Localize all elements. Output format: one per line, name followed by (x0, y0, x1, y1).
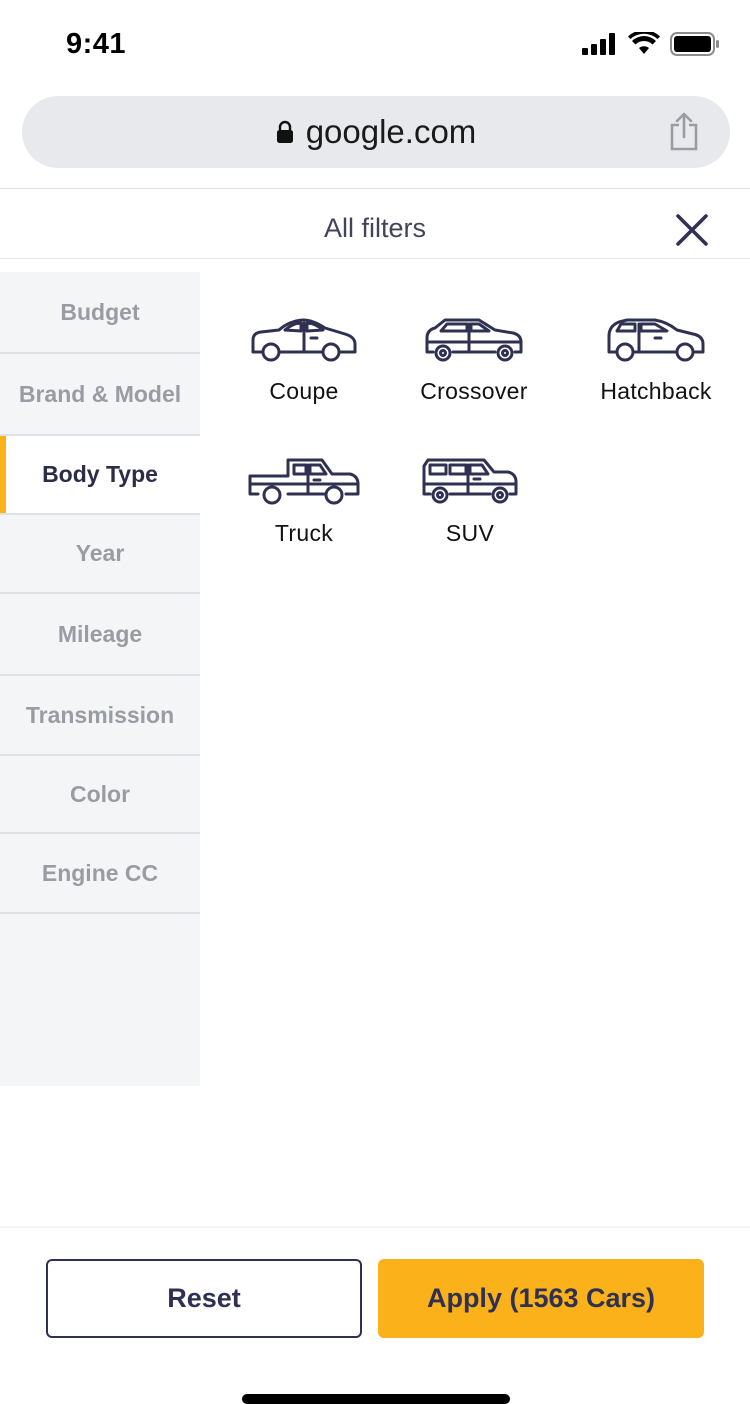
reset-button[interactable]: Reset (46, 1259, 362, 1338)
sidebar-item-body-type[interactable]: Body Type (0, 436, 200, 515)
body-type-label: SUV (445, 520, 495, 546)
status-time: 9:41 (66, 28, 127, 60)
signal-icon (582, 33, 615, 55)
url-content: google.com (22, 96, 730, 168)
page-title: All filters (323, 213, 426, 243)
sidebar-item-label: Budget (60, 298, 140, 325)
sidebar-item-color[interactable]: Color (0, 756, 200, 834)
body-type-label: Coupe (269, 378, 339, 404)
sidebar-item-engine-cc[interactable]: Engine CC (0, 834, 200, 914)
status-icons (582, 32, 720, 56)
active-indicator (0, 436, 6, 513)
sidebar-item-budget[interactable]: Budget (0, 272, 200, 354)
sidebar-item-label: Color (69, 780, 131, 807)
url-text: google.com (305, 113, 477, 150)
sidebar-item-mileage[interactable]: Mileage (0, 594, 200, 676)
footer-divider (0, 1226, 750, 1228)
body-type-coupe[interactable]: Coupe (234, 316, 374, 405)
home-indicator (242, 1394, 510, 1404)
body-type-label: Truck (274, 520, 334, 546)
body-type-crossover[interactable]: Crossover (404, 316, 544, 405)
crossover-icon (425, 318, 523, 362)
sidebar-item-label: Body Type (42, 461, 158, 487)
coupe-icon (251, 318, 357, 362)
battery-icon (670, 32, 719, 56)
hatchback-icon (607, 318, 705, 362)
url-bar[interactable]: google.com (22, 96, 730, 168)
status-bar: 9:41 (0, 0, 750, 90)
apply-button[interactable]: Apply (1563 Cars) (378, 1259, 704, 1338)
sidebar-item-label: Engine CC (41, 859, 159, 886)
close-icon[interactable] (674, 212, 710, 248)
body-type-label: Crossover (420, 378, 528, 404)
lock-icon (276, 120, 293, 143)
body-type-hatchback[interactable]: Hatchback (586, 316, 726, 405)
sidebar-item-year[interactable]: Year (0, 515, 200, 594)
sidebar-item-label: Transmission (25, 701, 175, 728)
body-type-truck[interactable]: Truck (234, 456, 374, 547)
sidebar-item-brand-model[interactable]: Brand & Model (0, 354, 200, 436)
suv-icon (422, 458, 518, 504)
filters-header: All filters (0, 189, 750, 259)
filter-sidebar: Budget Brand & Model Body Type Year Mile… (0, 272, 200, 1086)
body-type-suv[interactable]: SUV (400, 456, 540, 547)
sidebar-item-transmission[interactable]: Transmission (0, 676, 200, 756)
sidebar-item-label: Mileage (57, 620, 143, 647)
truck-icon (248, 458, 360, 505)
wifi-icon (628, 32, 660, 54)
share-icon[interactable] (668, 111, 700, 151)
sidebar-item-label: Year (75, 540, 125, 566)
sidebar-item-label: Brand & Model (18, 380, 182, 407)
body-type-label: Hatchback (600, 378, 712, 404)
